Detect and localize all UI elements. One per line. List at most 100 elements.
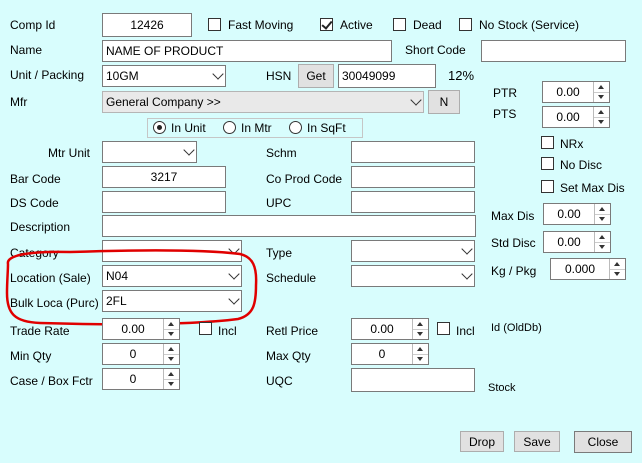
max-qty-label: Max Qty [266, 349, 311, 363]
chevron-down-icon [461, 268, 473, 280]
kg-pkg-label: Kg / Pkg [491, 264, 537, 278]
chevron-down-icon [183, 144, 195, 156]
hsn-get-button[interactable]: Get [298, 64, 334, 88]
drop-button[interactable]: Drop [460, 431, 504, 452]
kg-pkg-value: 0.000 [564, 262, 596, 276]
max-dis-spinner[interactable]: 0.00 [543, 203, 611, 225]
close-button[interactable]: Close [574, 431, 632, 453]
upc-field[interactable] [351, 191, 475, 213]
schedule-label: Schedule [266, 271, 317, 285]
no-disc-checkbox[interactable] [541, 157, 554, 170]
ptr-value: 0.00 [556, 85, 580, 99]
uqc-field[interactable] [351, 368, 475, 392]
set-max-dis-label: Set Max Dis [560, 181, 625, 195]
std-disc-label: Std Disc [491, 236, 536, 250]
active-checkbox[interactable] [320, 18, 333, 31]
spin-down-icon[interactable] [610, 269, 625, 279]
min-qty-spinner[interactable]: 0 [102, 343, 180, 365]
std-disc-value: 0.00 [557, 235, 581, 249]
spin-down-icon[interactable] [595, 214, 610, 224]
upc-label: UPC [266, 196, 292, 210]
spinner-buttons [609, 259, 625, 279]
spin-down-icon[interactable] [413, 354, 428, 364]
spinner-buttons [163, 369, 179, 389]
spinner-buttons [163, 344, 179, 364]
chevron-down-icon [461, 243, 473, 255]
mfr-new-button[interactable]: N [428, 90, 460, 114]
spinner-buttons [593, 107, 609, 127]
case-box-label: Case / Box Fctr [10, 374, 93, 388]
case-box-spinner[interactable]: 0 [102, 368, 180, 390]
radio-dot-icon [157, 125, 162, 130]
co-prod-code-label: Co Prod Code [266, 172, 343, 186]
min-qty-label: Min Qty [10, 349, 52, 363]
spinner-buttons [412, 319, 428, 339]
hsn-field[interactable]: 30049099 [338, 64, 436, 88]
spin-down-icon[interactable] [594, 117, 609, 127]
short-code-field[interactable] [481, 40, 626, 62]
mfr-select[interactable]: General Company >> [102, 91, 424, 113]
nrx-checkbox[interactable] [541, 136, 554, 149]
unit-packing-select[interactable]: 10GM [102, 65, 226, 87]
ds-code-field[interactable] [102, 191, 226, 213]
spinner-buttons [594, 204, 610, 224]
type-select[interactable] [351, 240, 475, 262]
trade-rate-value: 0.00 [121, 322, 145, 336]
spin-down-icon[interactable] [164, 379, 179, 389]
schm-field[interactable] [351, 141, 475, 163]
in-unit-label: In Unit [171, 121, 206, 135]
ptr-spinner[interactable]: 0.00 [542, 81, 610, 103]
spinner-buttons [593, 82, 609, 102]
spin-down-icon[interactable] [164, 354, 179, 364]
dead-label: Dead [413, 18, 442, 32]
in-mtr-label: In Mtr [241, 121, 272, 135]
name-field[interactable]: NAME OF PRODUCT [102, 40, 392, 62]
max-qty-spinner[interactable]: 0 [351, 343, 429, 365]
unit-packing-label: Unit / Packing [10, 68, 85, 82]
mfr-label: Mfr [10, 95, 28, 109]
trade-rate-spinner[interactable]: 0.00 [102, 318, 180, 340]
retl-price-incl-checkbox[interactable] [437, 322, 450, 335]
schm-label: Schm [266, 146, 297, 160]
description-field[interactable] [102, 215, 476, 237]
std-disc-spinner[interactable]: 0.00 [543, 231, 611, 253]
co-prod-code-field[interactable] [351, 166, 475, 188]
retl-price-spinner[interactable]: 0.00 [351, 318, 429, 340]
set-max-dis-checkbox[interactable] [541, 180, 554, 193]
in-sqft-radio[interactable] [289, 121, 302, 134]
no-stock-checkbox[interactable] [459, 18, 472, 31]
short-code-label: Short Code [405, 43, 466, 57]
no-disc-label: No Disc [560, 158, 603, 172]
retl-price-value: 0.00 [370, 322, 394, 336]
ptr-label: PTR [493, 86, 517, 100]
check-icon [321, 18, 333, 30]
bar-code-field[interactable]: 3217 [102, 166, 226, 188]
fast-moving-checkbox[interactable] [208, 18, 221, 31]
max-dis-value: 0.00 [557, 207, 581, 221]
save-button[interactable]: Save [514, 431, 560, 452]
spin-down-icon[interactable] [595, 242, 610, 252]
chevron-down-icon [212, 68, 224, 80]
min-qty-value: 0 [129, 347, 137, 361]
name-label: Name [10, 43, 43, 57]
comp-id-field[interactable]: 12426 [102, 13, 192, 37]
mtr-unit-select[interactable] [102, 141, 197, 163]
chevron-down-icon [410, 94, 422, 106]
description-label: Description [10, 220, 71, 234]
spin-down-icon[interactable] [413, 329, 428, 339]
trade-rate-incl-checkbox[interactable] [199, 322, 212, 335]
id-old-label: Id (OldDb) [491, 322, 542, 334]
case-box-value: 0 [129, 372, 137, 386]
in-mtr-radio[interactable] [223, 121, 236, 134]
in-unit-radio[interactable] [153, 121, 166, 134]
schedule-select[interactable] [351, 265, 475, 287]
spinner-buttons [594, 232, 610, 252]
spin-down-icon[interactable] [164, 329, 179, 339]
max-qty-value: 0 [378, 347, 386, 361]
pts-spinner[interactable]: 0.00 [542, 106, 610, 128]
pts-label: PTS [493, 107, 517, 121]
dead-checkbox[interactable] [393, 18, 406, 31]
kg-pkg-spinner[interactable]: 0.000 [550, 258, 626, 280]
pts-value: 0.00 [556, 110, 580, 124]
spin-down-icon[interactable] [594, 92, 609, 102]
